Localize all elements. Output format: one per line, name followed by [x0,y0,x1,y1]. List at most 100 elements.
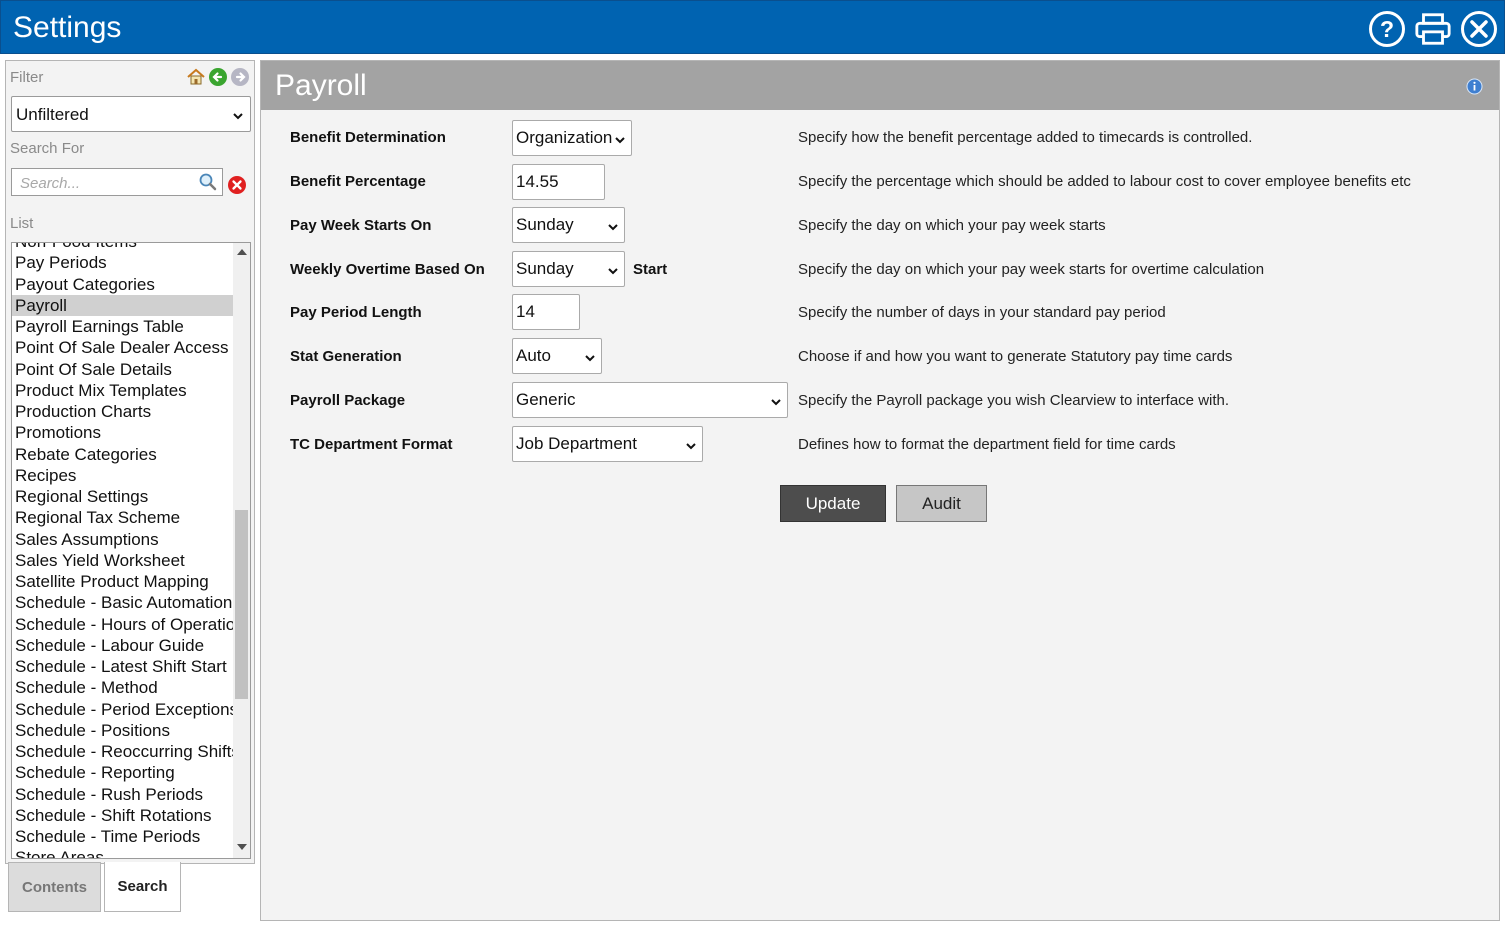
home-icon[interactable] [186,67,206,87]
search-icon[interactable] [198,172,218,197]
main-panel: Payroll Benefit Determination Organizati… [260,60,1500,921]
list-item[interactable]: Regional Settings [12,486,234,507]
pay-week-starts-select[interactable]: Sunday [512,207,625,243]
benefit-percentage-input[interactable]: 14.55 [512,164,605,200]
list-item[interactable]: Schedule - Latest Shift Start [12,656,234,677]
list-item[interactable]: Store Areas [12,847,234,858]
list-item[interactable]: Schedule - Reoccurring Shifts [12,741,234,762]
list-item[interactable]: Payroll [12,294,234,316]
page-title: Payroll [275,69,367,102]
chevron-down-icon [607,262,619,282]
scroll-up-icon[interactable] [237,249,247,255]
weekly-overtime-value: Sunday [516,259,574,278]
list-item[interactable]: Schedule - Reporting [12,762,234,783]
list-item[interactable]: Production Charts [12,401,234,422]
chevron-down-icon [232,107,244,127]
tc-department-format-value: Job Department [516,434,637,453]
list-item[interactable]: Schedule - Labour Guide [12,635,234,656]
list-item[interactable]: Schedule - Rush Periods [12,784,234,805]
weekly-overtime-desc: Specify the day on which your pay week s… [798,261,1265,278]
pay-period-length-input[interactable]: 14 [512,294,580,330]
benefit-determination-desc: Specify how the benefit percentage added… [798,129,1253,146]
pay-period-length-label: Pay Period Length [290,304,422,321]
list-label: List [10,215,34,232]
print-icon[interactable] [1414,10,1452,48]
svg-text:?: ? [1380,16,1394,42]
stat-generation-select[interactable]: Auto [512,338,602,374]
clear-search-icon[interactable] [227,175,247,195]
list-item[interactable]: Schedule - Time Periods [12,826,234,847]
list-item[interactable]: Regional Tax Scheme [12,507,234,528]
list-item[interactable]: Sales Assumptions [12,529,234,550]
search-input[interactable]: Search... [11,168,223,196]
benefit-determination-select[interactable]: Organization [512,120,632,156]
benefit-determination-value: Organization [516,128,613,147]
pay-period-length-desc: Specify the number of days in your stand… [798,304,1166,321]
page-header: Payroll [261,61,1499,110]
chevron-down-icon [770,393,782,413]
weekly-overtime-select[interactable]: Sunday [512,251,625,287]
pay-week-starts-value: Sunday [516,215,574,234]
tab-search[interactable]: Search [104,862,181,912]
payroll-package-value: Generic [516,390,576,409]
filter-select[interactable]: Unfiltered [11,96,251,132]
help-icon[interactable]: ? [1368,10,1406,48]
list-item[interactable]: Product Mix Templates [12,380,234,401]
search-placeholder: Search... [20,175,81,192]
title-bar: Settings ? [0,0,1505,54]
list-item[interactable]: Schedule - Method [12,677,234,698]
benefit-determination-label: Benefit Determination [290,129,446,146]
list-item[interactable]: Payout Categories [12,274,234,295]
list-item[interactable]: Point Of Sale Details [12,359,234,380]
update-button[interactable]: Update [780,485,886,522]
info-icon[interactable] [1466,78,1483,95]
benefit-percentage-label: Benefit Percentage [290,173,426,190]
tc-department-format-select[interactable]: Job Department [512,426,703,462]
pay-period-length-value: 14 [516,302,535,321]
list-scrollbar[interactable] [233,243,250,858]
list-item[interactable]: Non-Food Items [12,243,234,252]
list-item[interactable]: Schedule - Hours of Operation [12,614,234,635]
list-item[interactable]: Schedule - Shift Rotations [12,805,234,826]
benefit-percentage-desc: Specify the percentage which should be a… [798,173,1411,190]
list-item[interactable]: Recipes [12,465,234,486]
list-item[interactable]: Promotions [12,422,234,443]
settings-list[interactable]: Non-Food ItemsPay PeriodsPayout Categori… [11,242,251,859]
forward-arrow-icon[interactable] [230,67,250,87]
list-item[interactable]: Schedule - Basic Automation [12,592,234,613]
chevron-down-icon [614,131,626,151]
audit-button[interactable]: Audit [896,485,987,522]
payroll-package-label: Payroll Package [290,392,406,409]
stat-generation-value: Auto [516,346,551,365]
weekly-overtime-label: Weekly Overtime Based On [290,261,485,278]
list-item[interactable]: Pay Periods [12,252,234,273]
back-arrow-icon[interactable] [208,67,228,87]
benefit-percentage-value: 14.55 [516,172,559,191]
stat-generation-label: Stat Generation [290,348,402,365]
tab-contents[interactable]: Contents [8,862,101,912]
list-item[interactable]: Rebate Categories [12,444,234,465]
filter-value: Unfiltered [16,105,89,124]
list-item[interactable]: Sales Yield Worksheet [12,550,234,571]
list-item[interactable]: Schedule - Period Exceptions [12,699,234,720]
pay-week-starts-label: Pay Week Starts On [290,217,432,234]
tc-department-format-label: TC Department Format [290,436,453,453]
close-icon[interactable] [1460,10,1498,48]
list-item[interactable]: Satellite Product Mapping [12,571,234,592]
chevron-down-icon [685,437,697,457]
weekly-overtime-suffix: Start [633,261,668,278]
filter-label: Filter [10,69,44,86]
payroll-package-select[interactable]: Generic [512,382,788,418]
left-panel: Filter Unfiltered Search For Search... L… [5,60,255,864]
scrollbar-thumb[interactable] [235,510,248,699]
app-title: Settings [13,11,122,44]
scroll-down-icon[interactable] [237,844,247,850]
list-item[interactable]: Point Of Sale Dealer Access [12,337,234,358]
pay-week-starts-desc: Specify the day on which your pay week s… [798,217,1106,234]
chevron-down-icon [584,349,596,369]
list-item[interactable]: Payroll Earnings Table [12,316,234,337]
search-for-label: Search For [10,140,85,157]
chevron-down-icon [607,218,619,238]
stat-generation-desc: Choose if and how you want to generate S… [798,348,1233,365]
list-item[interactable]: Schedule - Positions [12,720,234,741]
